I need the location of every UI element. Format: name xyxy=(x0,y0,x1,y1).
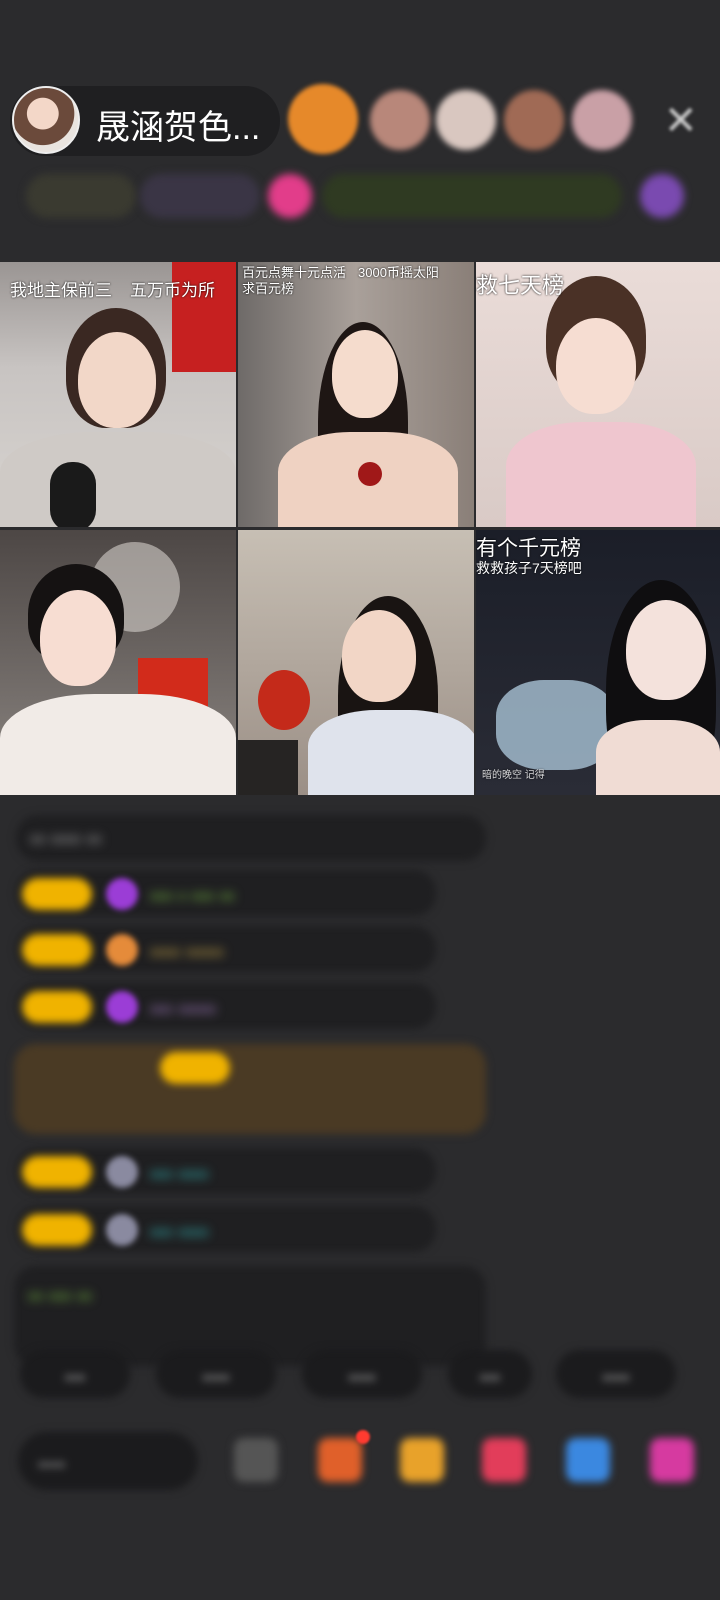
video-tile[interactable]: 我地主保前三 五万币为所 xyxy=(0,262,236,527)
gem-icon xyxy=(106,991,138,1023)
chat-text: ₒₒₒ ₒₒₒₒₒ xyxy=(150,995,216,1017)
chat-text: ₒₒ ₒₒₒ ₒₒ xyxy=(28,1282,92,1304)
emoji-icon[interactable] xyxy=(234,1438,278,1482)
video-tile[interactable] xyxy=(238,530,474,795)
level-badge xyxy=(22,991,92,1023)
viewer-avatar[interactable] xyxy=(572,90,632,150)
level-badge xyxy=(22,1214,92,1246)
level-badge xyxy=(22,878,92,910)
video-tile[interactable]: 有个千元榜 救救孩子7天榜吧 暗的晚空 记得 xyxy=(476,530,720,795)
viewer-avatar[interactable] xyxy=(288,84,358,154)
gift-badge[interactable] xyxy=(268,174,312,218)
hot-badge[interactable] xyxy=(140,174,260,218)
quick-chip[interactable]: ₒₒₒₒ xyxy=(302,1350,422,1398)
gem-icon xyxy=(106,1214,138,1246)
chat-text: ₒₒₒₒ ₒₒₒₒₒ xyxy=(150,938,224,960)
game-icon[interactable] xyxy=(482,1438,526,1482)
quick-chip[interactable]: ₒₒₒ xyxy=(448,1350,532,1398)
gift-icon[interactable] xyxy=(640,174,684,218)
gift-box-icon[interactable] xyxy=(318,1438,362,1482)
chat-text: ₒₒₒ ₒ ₒₒₒ ₒₒ xyxy=(150,882,235,904)
tile-caption: 求百元榜 xyxy=(242,281,295,296)
link-icon[interactable] xyxy=(566,1438,610,1482)
chat-text: ₒₒₒ ₒₒₒₒ xyxy=(150,1160,209,1182)
host-name[interactable]: 晟涵贺色... xyxy=(96,100,260,149)
viewer-avatar[interactable] xyxy=(370,90,430,150)
notification-dot xyxy=(356,1430,370,1444)
tile-caption: 五万币为所 xyxy=(130,281,215,300)
level-badge xyxy=(22,1156,92,1188)
video-tile[interactable]: 救七天榜 xyxy=(476,262,720,527)
gem-icon xyxy=(106,878,138,910)
chat-input[interactable]: ₒₒₒₒ xyxy=(18,1432,198,1490)
close-icon[interactable]: ✕ xyxy=(664,98,698,144)
quick-chip[interactable]: ₒₒₒ xyxy=(20,1350,130,1398)
tile-caption: 救七天榜 xyxy=(476,273,565,298)
chat-text: ₒₒₒ ₒₒₒₒ xyxy=(150,1218,209,1240)
rank-badge[interactable] xyxy=(26,174,136,218)
tile-caption: 我地主保前三 xyxy=(10,281,112,300)
tile-caption: 3000币摇太阳 xyxy=(358,265,439,280)
tile-caption: 暗的晚空 记得 xyxy=(482,770,545,781)
level-badge xyxy=(160,1052,230,1084)
viewer-avatar[interactable] xyxy=(504,90,564,150)
tile-caption: 救救孩子7天榜吧 xyxy=(476,560,582,576)
more-icon[interactable] xyxy=(650,1438,694,1482)
quick-chip[interactable]: ₒₒₒₒ xyxy=(556,1350,676,1398)
host-avatar[interactable] xyxy=(12,86,80,154)
chat-message-highlight[interactable] xyxy=(14,1044,486,1134)
tag-badge[interactable] xyxy=(322,174,622,218)
treasure-icon[interactable] xyxy=(400,1438,444,1482)
gem-icon xyxy=(106,934,138,966)
video-tile[interactable]: 百元点舞十元点活 3000币摇太阳 求百元榜 xyxy=(238,262,474,527)
viewer-avatar[interactable] xyxy=(436,90,496,150)
level-badge xyxy=(22,934,92,966)
chat-text: ₒₒ ₒₒₒₒ ₒₒ xyxy=(30,825,102,847)
gem-icon xyxy=(106,1156,138,1188)
video-tile[interactable] xyxy=(0,530,236,795)
quick-chip[interactable]: ₒₒₒₒ xyxy=(156,1350,276,1398)
